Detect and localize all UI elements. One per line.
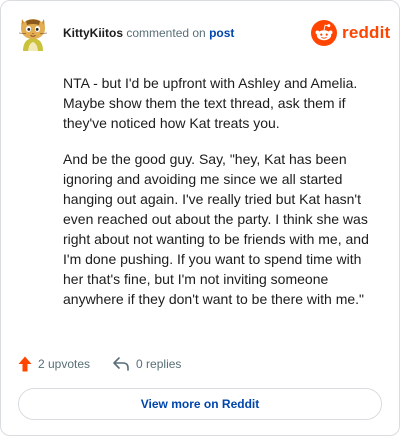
commented-on-text: commented on: [126, 26, 206, 40]
reddit-brand[interactable]: reddit: [311, 19, 390, 47]
cat-avatar-icon: [18, 19, 48, 51]
upvote-button[interactable]: 2 upvotes: [18, 356, 90, 372]
post-link[interactable]: post: [209, 26, 234, 40]
comment-paragraph: And be the good guy. Say, "hey, Kat has …: [63, 151, 369, 307]
reply-count: 0 replies: [136, 357, 182, 371]
reply-arrow-icon: [113, 357, 129, 371]
comment-embed-card: KittyKiitos commented on post reddit NTA…: [0, 0, 400, 436]
comment-body: NTA - but I'd be upfront with Ashley and…: [63, 73, 381, 325]
reply-button[interactable]: 0 replies: [112, 356, 181, 372]
view-more-button[interactable]: View more on Reddit: [18, 388, 382, 420]
comment-paragraph: NTA - but I'd be upfront with Ashley and…: [63, 75, 358, 131]
upvote-count: 2 upvotes: [38, 357, 91, 371]
upvote-arrow-icon: [18, 356, 32, 372]
reddit-logo-icon: [311, 20, 337, 46]
username[interactable]: KittyKiitos: [63, 26, 123, 40]
comment-header: KittyKiitos commented on post: [63, 26, 234, 40]
comment-actions: 2 upvotes 0 replies: [18, 354, 181, 374]
avatar[interactable]: [17, 15, 49, 51]
reddit-wordmark: reddit: [342, 23, 391, 42]
